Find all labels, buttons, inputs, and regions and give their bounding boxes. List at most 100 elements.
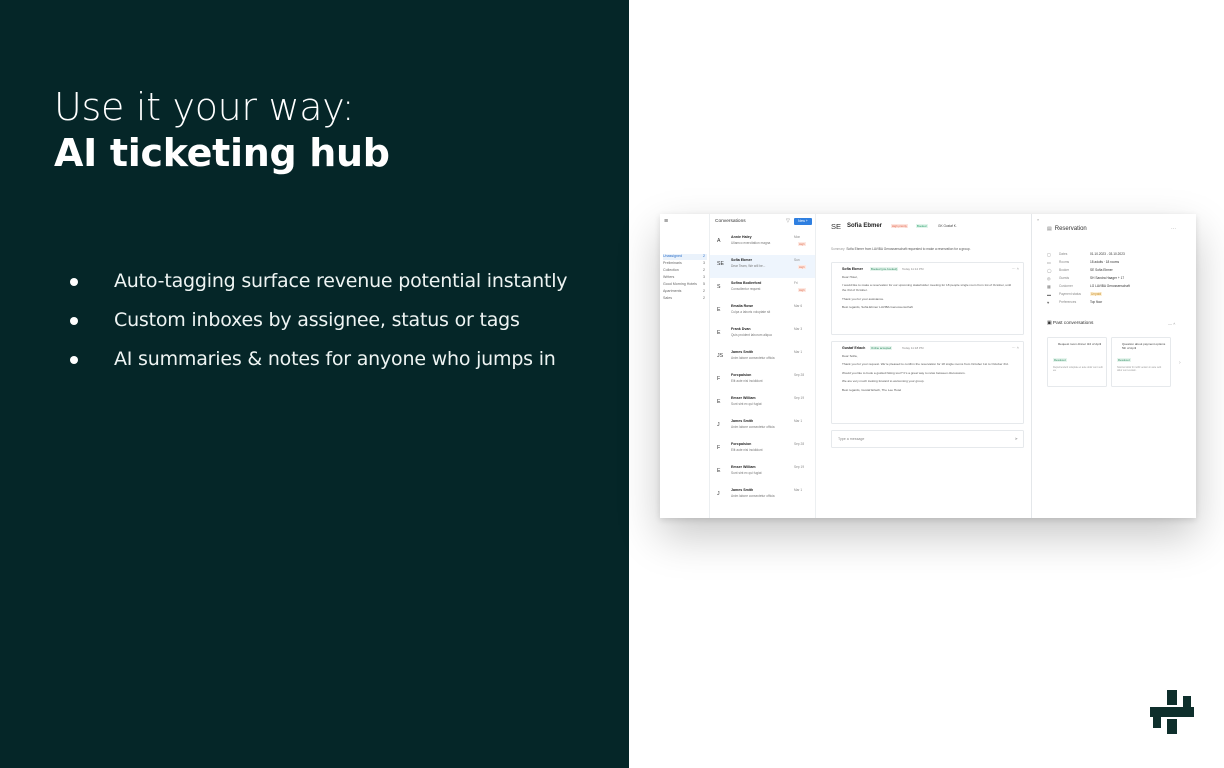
send-icon[interactable]: ➤ [1015,436,1018,441]
contact-name: Annie Haley [731,235,752,239]
list-item[interactable]: F Forcpalsion Elit aute nisi incididunt Sep… [710,370,815,393]
sidebar-item-label: Apartments [663,289,682,293]
contact-name: James Smith [731,419,754,423]
summary-text: Sofia Ebmer from LAVIBA Genossenschaft r… [846,247,971,251]
sidebar-item-label: Good Morning Hotels [663,282,697,286]
message-preview: Culpa a laboris voluptate sit [731,310,771,314]
status-badge: Resolved [1053,358,1067,362]
message-time: Today 11:18 PM [902,346,924,350]
sidebar-item-count: 2 [703,296,705,300]
row-key: Dates [1059,252,1068,256]
sidebar-item-label: Preliminaris [663,261,682,265]
brand-logo-icon [1150,690,1194,734]
sidebar-item[interactable]: Preliminaris 3 [663,261,707,267]
reservation-row: ▢ Dates 01.10.2023 - 03.10.2023 [1047,252,1187,258]
past-conversation-desc: Reprehenderit voluptate et aute dolor su… [1053,366,1103,373]
avatar: SE [717,261,724,267]
sidebar-item[interactable]: Collection 2 [663,268,707,274]
message-date: Sep 19 [794,396,805,400]
feature-item: Custom inboxes by assignee, status or ta… [68,301,567,340]
message-preview: Dear Team, We will be... [731,264,766,268]
list-item[interactable]: JS James Smith Anim labore consectetur off… [710,347,815,370]
reservation-title-text: Reservation [1054,226,1087,232]
list-item[interactable]: E Emser William Sunt sint ex qui fugiat Sep… [710,393,815,416]
row-value: Top floor [1090,300,1103,304]
priority-tag: High [798,288,806,292]
list-item[interactable]: A Annie Haley Ullamco exercitation magna Mo… [710,232,815,255]
calendar-icon: ▢ [1047,251,1051,257]
avatar: E [717,399,721,405]
collapse-icon[interactable]: » [1037,217,1039,222]
sidebar-item[interactable]: Unassigned 2 [663,254,707,260]
avatar: F [717,376,721,382]
message-date: Mar 1 [794,350,803,354]
message-paragraph: We are very much looking forward to welc… [842,379,925,384]
message-sender: Gustaf Erlach [842,346,866,350]
new-conversation-button[interactable]: New + [794,218,812,225]
conversations-title: Conversations [715,219,746,224]
sidebar-item[interactable]: Apartments 2 [663,289,707,295]
conversation-list: Conversations ▽ New + A Annie Haley Ullamc… [710,214,816,518]
list-item[interactable]: E Emser William Sunt sint ex qui fugiat Sep… [710,462,815,485]
menu-icon[interactable]: ≡ [664,218,668,225]
contact-name: Emalia Rowe [731,304,754,308]
status-badge[interactable]: Booked [916,224,928,228]
contact-name: Emser William [731,465,756,469]
message-paragraph: I would like to make a reservation for o… [842,283,1012,293]
more-icon[interactable]: ··· ˄ [1012,345,1019,350]
message-card: Sofia Ebmer Booked (pre-booked) Today 11… [831,262,1024,335]
contact-name: Frank Dvan [731,327,751,331]
sidebar-item-label: Writers [663,275,675,279]
list-item[interactable]: J James Smith Anim labore consectetur offi… [710,485,815,508]
message-body: Dear Hotel, I would like to make a reser… [842,275,1014,313]
headline-line-2: AI ticketing hub [54,131,390,175]
company-icon: ▦ [1047,283,1051,289]
filter-icon[interactable]: ▽ [786,218,790,224]
message-preview: Anim labore consectetur officia [731,494,775,498]
heart-icon: ♥ [1047,299,1050,305]
chevron-right-icon[interactable]: › [1179,360,1181,366]
sidebar-item-count: 3 [703,261,705,265]
payment-icon: ▬ [1047,291,1051,297]
reservation-row: ◎ Guests SH Sandra Haager + 17 [1047,276,1187,282]
past-conversation-card[interactable]: Question about payment options 5th of Ap… [1111,337,1171,387]
list-item[interactable]: E Emalia Rowe Culpa a laboris voluptate si… [710,301,815,324]
more-icon[interactable]: ··· ˄ [1012,266,1019,271]
sidebar-item[interactable]: Writers 3 [663,275,707,281]
list-item[interactable]: J James Smith Anim labore consectetur offi… [710,416,815,439]
reservation-row: ▦ Customer LG LAVIBA Genossenschaft [1047,284,1187,290]
message-preview: Sunt sint ex qui fugiat [731,402,762,406]
row-key: Payment status [1059,292,1081,296]
list-item[interactable]: S Sofina Bodierford Consollentur request Fr… [710,278,815,301]
reservation-row: ▭ Rooms 18 adults · 18 rooms [1047,260,1187,266]
message-date: Mar 3 [794,327,803,331]
message-preview: Anim labore consectetur officia [731,356,775,360]
row-key: Booker [1059,268,1070,272]
sidebar-item[interactable]: Good Morning Hotels 5 [663,282,707,288]
priority-tag[interactable]: High priority [891,224,908,228]
payment-status-tag: Unpaid [1090,292,1103,296]
past-conversation-card[interactable]: Request room dinner 3rd of April Resolve… [1047,337,1107,387]
status-badge: Booked (pre-booked) [870,267,899,271]
summary-label: Summary [831,247,845,251]
sidebar-item-label: Collection [663,268,679,272]
sidebar-item[interactable]: Sales 2 [663,296,707,302]
intro-panel: Use it your way: AI ticketing hub Auto-t… [0,0,629,768]
collapse-icon[interactable]: — ˄ [1168,321,1175,326]
message-sender: Sofia Ebmer [842,267,863,271]
message-paragraph: Would you like to book a guided hiking t… [842,370,966,375]
more-icon[interactable]: ··· [1171,226,1176,232]
message-input[interactable]: Type a message ➤ [831,430,1024,448]
list-item[interactable]: SE Sofia Ebmer Dear Team, We will be... Sun… [710,255,815,278]
ai-summary: Summary Sofia Ebmer from LAVIBA Genossen… [831,247,971,251]
reservation-row: ♥ Preferences Top floor [1047,300,1187,306]
assignee[interactable]: GK Gustaf K. [938,224,957,228]
list-item[interactable]: F Forcpalsion Elit aute nisi incididunt Sep… [710,439,815,462]
list-item[interactable]: E Frank Dvan Quis proident laborum aliqua M… [710,324,815,347]
avatar: JS [717,353,724,359]
message-date: Mar 6 [794,304,803,308]
message-date: Sep 19 [794,465,805,469]
avatar: E [717,468,721,474]
message-preview: Elit aute nisi incididunt [731,379,763,383]
message-preview: Ullamco exercitation magna [731,241,771,245]
